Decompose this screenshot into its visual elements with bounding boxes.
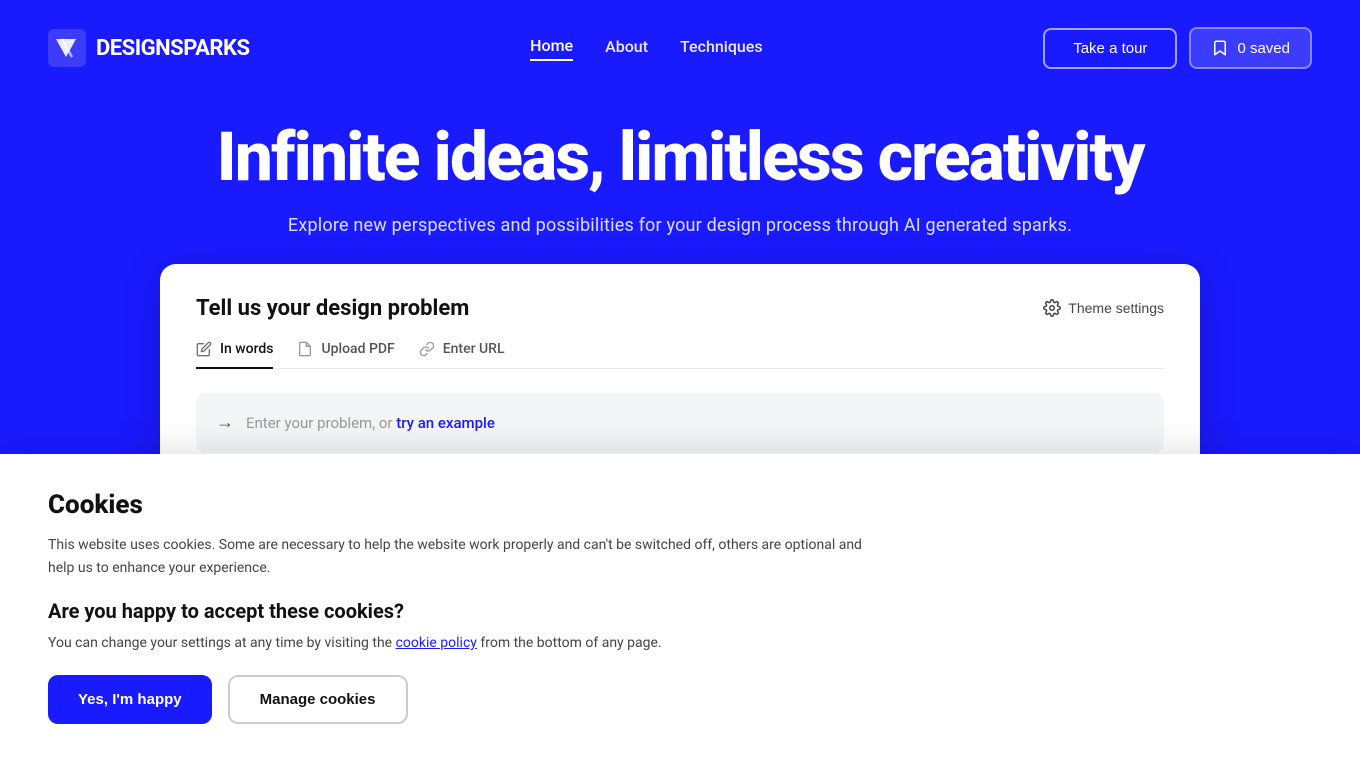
accept-cookies-button[interactable]: Yes, I'm happy <box>48 675 212 724</box>
tab-enter-url[interactable]: Enter URL <box>419 341 505 369</box>
arrow-right-icon: → <box>216 412 234 433</box>
nav-links: Home About Techniques <box>530 36 762 61</box>
hero-subtitle: Explore new perspectives and possibiliti… <box>48 215 1312 236</box>
cookie-description: This website uses cookies. Some are nece… <box>48 534 868 579</box>
nav-actions: Take a tour 0 saved <box>1043 27 1312 69</box>
cookie-policy-link[interactable]: cookie policy <box>396 635 477 651</box>
cookie-actions: Yes, I'm happy Manage cookies <box>48 675 1312 724</box>
logo[interactable]: DESIGNSPARKS <box>48 29 250 67</box>
pencil-icon <box>196 341 212 357</box>
card-header: Tell us your design problem Theme settin… <box>196 296 1164 321</box>
gear-icon <box>1043 299 1061 317</box>
nav-about[interactable]: About <box>605 37 648 60</box>
cookie-banner: Cookies This website uses cookies. Some … <box>0 454 1360 764</box>
problem-input-area[interactable]: → Enter your problem, or try an example <box>196 393 1164 453</box>
cookie-question: Are you happy to accept these cookies? <box>48 599 1312 623</box>
cookie-policy-text: You can change your settings at any time… <box>48 635 1312 651</box>
logo-text: DESIGNSPARKS <box>96 36 250 61</box>
manage-cookies-button[interactable]: Manage cookies <box>228 675 408 724</box>
theme-settings-label: Theme settings <box>1068 300 1164 316</box>
nav-techniques[interactable]: Techniques <box>680 37 763 60</box>
cookie-title: Cookies <box>48 490 1312 520</box>
theme-settings-button[interactable]: Theme settings <box>1043 299 1164 317</box>
try-example-link[interactable]: try an example <box>396 414 495 432</box>
bookmark-icon <box>1211 39 1229 57</box>
logo-icon <box>48 29 86 67</box>
tab-in-words[interactable]: In words <box>196 341 273 369</box>
saved-button[interactable]: 0 saved <box>1189 27 1312 69</box>
nav-home[interactable]: Home <box>530 36 573 61</box>
hero-title: Infinite ideas, limitless creativity <box>48 120 1312 195</box>
card-wrapper: Tell us your design problem Theme settin… <box>0 236 1360 485</box>
link-icon <box>419 341 435 357</box>
card-tabs: In words Upload PDF Enter URL <box>196 341 1164 369</box>
take-tour-button[interactable]: Take a tour <box>1043 28 1177 69</box>
input-placeholder: Enter your problem, or try an example <box>246 414 495 432</box>
hero-section: Infinite ideas, limitless creativity Exp… <box>0 96 1360 236</box>
tab-upload-pdf[interactable]: Upload PDF <box>297 341 394 369</box>
file-icon <box>297 341 313 357</box>
navbar: DESIGNSPARKS Home About Techniques Take … <box>0 0 1360 96</box>
problem-card: Tell us your design problem Theme settin… <box>160 264 1200 485</box>
card-title: Tell us your design problem <box>196 296 469 321</box>
